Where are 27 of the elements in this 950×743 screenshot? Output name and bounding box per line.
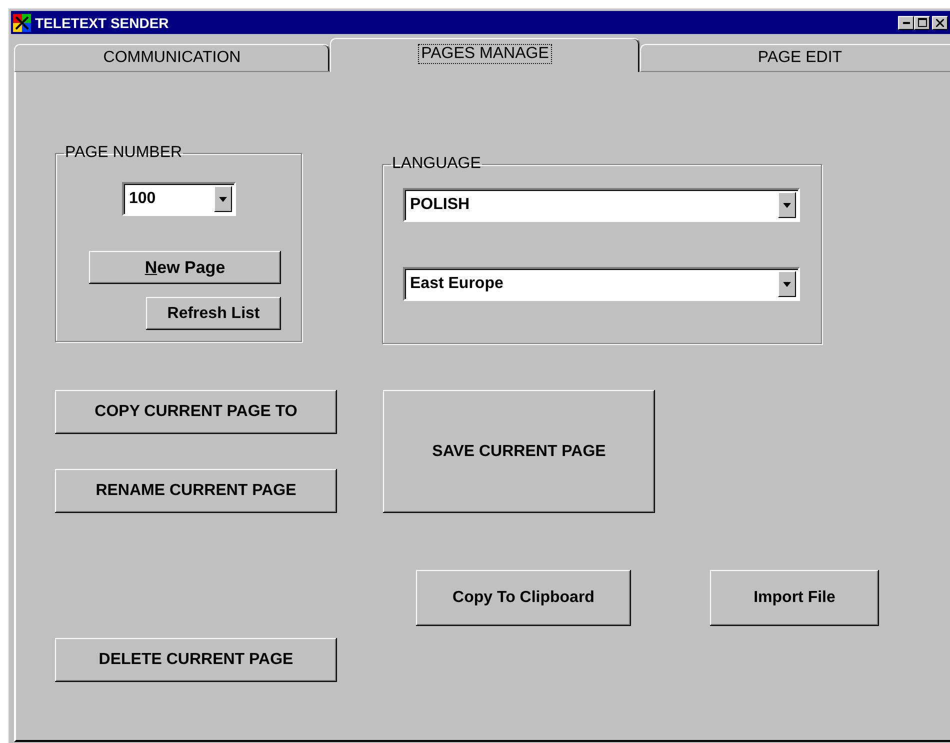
import-file-button[interactable]: Import File [710, 570, 879, 626]
close-button[interactable] [932, 16, 948, 30]
language-dropdown[interactable]: POLISH [403, 188, 800, 222]
dropdown-arrow-icon [219, 196, 227, 202]
minimize-button[interactable] [898, 16, 914, 30]
copy-clipboard-button[interactable]: Copy To Clipboard [416, 570, 631, 626]
close-icon [936, 18, 944, 26]
region-dropdown[interactable]: East Europe [403, 267, 800, 301]
group-label: PAGE NUMBER [64, 144, 184, 162]
save-page-button[interactable]: SAVE CURRENT PAGE [383, 390, 655, 513]
tab[interactable]: PAGES MANAGE [330, 38, 640, 72]
delete-page-button[interactable]: DELETE CURRENT PAGE [55, 638, 337, 682]
tab[interactable]: PAGE EDIT [640, 44, 950, 72]
dropdown-arrow-icon [783, 202, 791, 208]
copy-page-button[interactable]: COPY CURRENT PAGE TO [55, 390, 337, 434]
minimize-icon [902, 22, 910, 24]
page-number-dropdown[interactable]: 100 [122, 182, 236, 216]
dropdown-arrow-icon [783, 282, 791, 286]
new-page-button[interactable]: New Page [89, 251, 281, 284]
window-title: TELETEXT SENDER [35, 14, 169, 30]
group-label: LANGUAGE [391, 155, 482, 173]
refresh-list-button[interactable]: Refresh List [146, 297, 281, 330]
app-icon [13, 14, 31, 32]
tab[interactable]: COMMUNICATION [14, 44, 330, 72]
rename-page-button[interactable]: RENAME CURRENT PAGE [55, 469, 337, 513]
maximize-button[interactable] [914, 16, 930, 30]
maximize-icon [918, 18, 926, 27]
